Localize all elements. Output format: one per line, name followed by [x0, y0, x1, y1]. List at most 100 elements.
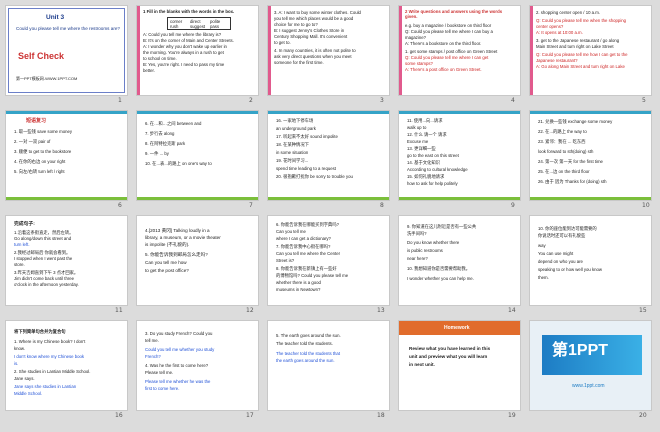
- slide-line: 3.昨天吉姆直到下午 3 点才回家。: [14, 270, 79, 275]
- slide-thumbnail[interactable]: 6. 在…和…之间 between and 7. 步行去 along 8. 在阿…: [136, 110, 259, 201]
- slide-line: B: I suggest Jenny's Clothes Store in: [274, 28, 345, 33]
- slide-line: 8. 你能告诉我在新镇上有一些好: [276, 266, 337, 271]
- slide-line: I wonder whether you can help me.: [407, 276, 474, 281]
- slide-thumbnail[interactable]: Unit 3 Could you please tell me where th…: [5, 5, 128, 96]
- slide-line: choice for me to go to?: [274, 22, 318, 27]
- slide-thumbnail[interactable]: 6. 你能告诉我在哪能买到字典吗? Can you tell me where …: [267, 215, 390, 306]
- slide-thumbnail[interactable]: 短语复习 1. 取一些钱 save some money 2. 一对 一双 pa…: [5, 110, 128, 201]
- slide-thumbnail[interactable]: 1 Fill in the blanks with the words in t…: [136, 5, 259, 96]
- slide-line: 25. 在...边 on the third floor: [538, 169, 590, 174]
- slide-thumbnail[interactable]: 完成句子: 1.沿着这条街直走，然后左转。 Go along/down this…: [5, 215, 128, 306]
- slide-site: www.1ppt.com: [572, 383, 605, 389]
- slide-line: 1. Where is my Chinese book? I don't: [14, 339, 86, 344]
- slide-thumbnail[interactable]: 第1PPT www.1ppt.com: [529, 320, 652, 411]
- slide-line: 10. 在...表...的路上 on one's way to: [145, 161, 212, 166]
- slide-line: to get the post office?: [145, 268, 189, 273]
- slide-line: 23. 紧邻：我在 ... 吃东西: [538, 139, 586, 144]
- slide-number: 17: [246, 412, 254, 419]
- slide-line: 3. Do you study French? Could you: [145, 331, 213, 336]
- slide-number: 15: [639, 307, 647, 314]
- slide-thumbnail[interactable]: 2. shopping center open / 10 a.m. Q: Cou…: [529, 5, 652, 96]
- slide-line: the morning. You're always in a rush to …: [143, 50, 224, 55]
- slide-line: 2. 一对 一双 pair of: [14, 139, 51, 144]
- slide-accent-bar: [268, 6, 271, 95]
- word: suggest: [190, 24, 206, 29]
- slide-line: tell me.: [145, 338, 159, 343]
- slide-accent-bar: [399, 197, 520, 200]
- slide-number: 2: [249, 97, 253, 104]
- slide-thumbnail[interactable]: Homework Review what you have learned in…: [398, 320, 521, 411]
- slide-thumbnail[interactable]: 11. 使用...向...请求 walk up to 12. 什么 请一个 请求…: [398, 110, 521, 201]
- slide-line: 4. Was he the first to come here?: [145, 363, 209, 368]
- slide-line: 3. 顺便 to get to the bookstore: [14, 149, 72, 154]
- slide-line: how to ask for help politely: [407, 181, 458, 186]
- slide-logo: 第1PPT: [552, 342, 609, 359]
- slide-line: Can you tell me: [276, 229, 306, 234]
- slide-line: 15. 如何礼貌地请求: [407, 174, 445, 179]
- slide-line: speaking to or how well you know: [538, 267, 603, 272]
- slide-line: Century Shopping Mall. It's convenient: [274, 34, 348, 39]
- slide-line: You can use might: [538, 251, 574, 256]
- slide-line: I stopped when I went past the: [14, 256, 73, 261]
- slide-line: first to come here.: [145, 386, 180, 391]
- slide-line: Main Street and turn right on Lake Stree…: [536, 44, 614, 49]
- slide-title: 将下列简单句合并为复合句: [14, 329, 66, 334]
- slide-line: B: It's on the corner of Main and Center…: [143, 38, 234, 43]
- slide-line: look forward to sth(doing) sth: [538, 149, 594, 154]
- slide-line: Excuse me: [407, 139, 429, 144]
- slide-line: go to the east on this street: [407, 153, 459, 158]
- slide-line: Middle School.: [14, 391, 43, 396]
- slide-thumbnail[interactable]: 3. A: I want to buy some winter clothes.…: [267, 5, 390, 96]
- slide-line: center opens?: [536, 24, 564, 29]
- slide-accent-bar: [6, 111, 127, 114]
- slide-thumbnail[interactable]: 16. 一家地下停车场 an underground park 17. 听起来不…: [267, 110, 390, 201]
- slide-number: 16: [115, 412, 123, 419]
- slide-thumbnail[interactable]: 5. The earth goes around the sun. The te…: [267, 320, 390, 411]
- slide-thumbnail[interactable]: 4.[2013 黄冈] Talking loudly in a library,…: [136, 215, 259, 306]
- slide-line: 7. 步行去 along: [145, 131, 175, 136]
- slide-accent-bar: [137, 111, 258, 114]
- slide-thumbnail[interactable]: 10. 你的座位能到达可能需要的 你说话时还可以有礼貌些 way You can…: [529, 215, 652, 306]
- slide-line: Go along/down this street and: [14, 236, 72, 241]
- slide-line: better.: [143, 68, 155, 73]
- slide-thumbnail[interactable]: 将下列简单句合并为复合句 1. Where is my Chinese book…: [5, 320, 128, 411]
- slide-line: 22. 在...的路上 the way to: [538, 129, 587, 134]
- slide-line: 5. The earth goes around the sun.: [276, 333, 341, 338]
- slide-line: A: I wonder why you don't wake up earlie…: [143, 44, 227, 49]
- slide-line: 2.我经过邮局后 你就会看到。: [14, 250, 71, 255]
- slide-line: Q: Could you please tell me how I can ge…: [536, 52, 628, 57]
- slide-line: to get to.: [274, 40, 291, 45]
- slide-number: 19: [508, 412, 516, 419]
- slide-line: unit and preview what you will learn: [409, 354, 488, 359]
- slide-line: I don't know where my Chinese book: [14, 354, 85, 359]
- slide-line: Q: Could you please tell me where I can …: [405, 55, 489, 60]
- slide-number: 7: [249, 202, 253, 209]
- slide-line: some stamps?: [405, 61, 433, 66]
- slide-line: 9. 你知道在这儿附近是否有一些公共: [407, 224, 477, 229]
- slide-line: Street is?: [276, 258, 295, 263]
- slide-line: 20. 很抱歉打扰你 be sorry to trouble you: [276, 174, 353, 179]
- slide-line: Jane says.: [14, 376, 35, 381]
- slide-line: way: [538, 243, 546, 248]
- slide-thumbnail[interactable]: 2 Write questions and answers using the …: [398, 5, 521, 96]
- slide-line: Q: Could you please tell me when the sho…: [536, 18, 627, 23]
- slide-line: spend time leading to a request: [276, 166, 336, 171]
- slide-line: 1. get some stamps / post office on Gree…: [405, 49, 498, 54]
- slide-accent-bar: [399, 6, 402, 95]
- word: pass: [210, 24, 220, 29]
- slide-line: ask very direct questions when you meet: [274, 54, 352, 59]
- slide-line: magazine?: [405, 35, 427, 40]
- slide-line: 6. 在…和…之间 between and: [145, 121, 202, 126]
- slide-thumbnail[interactable]: 21. 兑换一些钱 exchange some money 22. 在...的路…: [529, 110, 652, 201]
- slide-line: Do you know whether there: [407, 240, 460, 245]
- slide-line: 6. 你能告诉我在哪能买到字典吗?: [276, 222, 340, 227]
- slide-line: e.g. buy a magazine / bookstore on third…: [405, 23, 492, 28]
- slide-accent-bar: [268, 197, 389, 200]
- slide-number: 3: [380, 97, 384, 104]
- slide-line: 1. 取一些钱 save some money: [14, 129, 73, 134]
- slide-accent-bar: [6, 197, 127, 200]
- slide-line: where I can get a dictionary?: [276, 236, 331, 241]
- slide-thumbnail[interactable]: 9. 你知道在这儿附近是否有一些公共 洗手间吗? Do you know whe…: [398, 215, 521, 306]
- slide-thumbnail[interactable]: 3. Do you study French? Could you tell m…: [136, 320, 259, 411]
- slide-line: o'clock in the afternoon yesterday.: [14, 282, 79, 287]
